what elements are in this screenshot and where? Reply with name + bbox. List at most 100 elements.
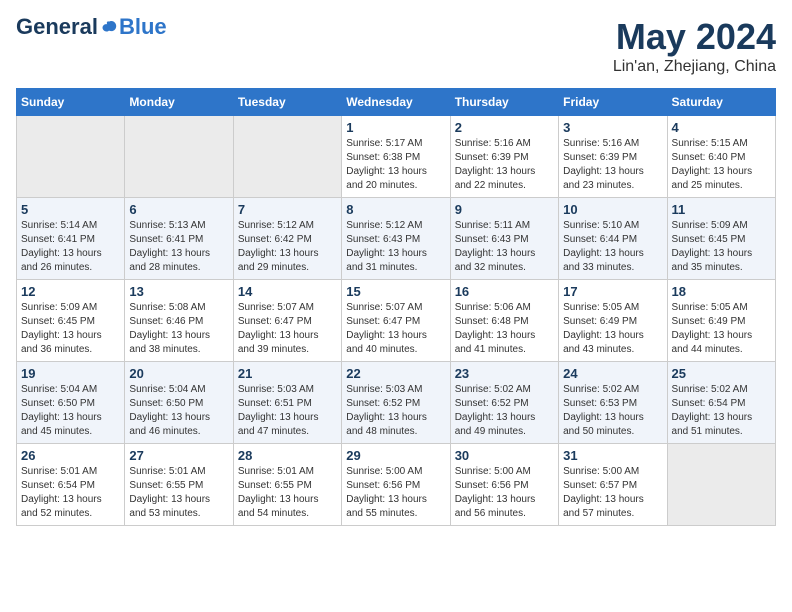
day-number: 18 [672, 284, 771, 299]
day-number: 12 [21, 284, 120, 299]
day-number: 24 [563, 366, 662, 381]
day-cell: 6 Sunrise: 5:13 AMSunset: 6:41 PMDaylight… [125, 198, 233, 280]
day-cell: 12 Sunrise: 5:09 AMSunset: 6:45 PMDayligh… [17, 280, 125, 362]
day-cell: 1Sunrise: 5:17 AMSunset: 6:38 PMDaylight… [342, 116, 450, 198]
day-info: Sunrise: 5:14 AMSunset: 6:41 PMDaylight:… [21, 219, 120, 275]
day-cell: 5 Sunrise: 5:14 AMSunset: 6:41 PMDaylight… [17, 198, 125, 280]
day-info: Sunrise: 5:09 AMSunset: 6:45 PMDaylight:… [21, 301, 120, 357]
day-info: Sunrise: 5:12 AMSunset: 6:42 PMDaylight:… [238, 219, 337, 275]
day-cell [125, 116, 233, 198]
day-info: Sunrise: 5:02 AMSunset: 6:52 PMDaylight:… [455, 383, 554, 439]
day-number: 8 [346, 202, 445, 217]
week-row-3: 12 Sunrise: 5:09 AMSunset: 6:45 PMDayligh… [17, 280, 776, 362]
week-row-4: 19 Sunrise: 5:04 AMSunset: 6:50 PMDayligh… [17, 362, 776, 444]
day-number: 27 [129, 448, 228, 463]
day-number: 23 [455, 366, 554, 381]
day-cell: 16 Sunrise: 5:06 AMSunset: 6:48 PMDayligh… [450, 280, 558, 362]
day-number: 2 [455, 120, 554, 135]
day-number: 5 [21, 202, 120, 217]
day-cell: 14 Sunrise: 5:07 AMSunset: 6:47 PMDayligh… [233, 280, 341, 362]
header-monday: Monday [125, 89, 233, 116]
day-number: 4 [672, 120, 771, 135]
day-number: 17 [563, 284, 662, 299]
day-number: 16 [455, 284, 554, 299]
day-number: 20 [129, 366, 228, 381]
header-wednesday: Wednesday [342, 89, 450, 116]
day-cell: 27 Sunrise: 5:01 AMSunset: 6:55 PMDayligh… [125, 444, 233, 526]
day-cell: 19 Sunrise: 5:04 AMSunset: 6:50 PMDayligh… [17, 362, 125, 444]
day-info: Sunrise: 5:16 AMSunset: 6:39 PMDaylight:… [563, 137, 662, 193]
day-number: 26 [21, 448, 120, 463]
day-number: 15 [346, 284, 445, 299]
day-info: Sunrise: 5:03 AMSunset: 6:52 PMDaylight:… [346, 383, 445, 439]
day-info: Sunrise: 5:07 AMSunset: 6:47 PMDaylight:… [238, 301, 337, 357]
day-cell: 24Sunrise: 5:02 AMSunset: 6:53 PMDayligh… [559, 362, 667, 444]
day-cell: 20Sunrise: 5:04 AMSunset: 6:50 PMDayligh… [125, 362, 233, 444]
calendar-header-row: SundayMondayTuesdayWednesdayThursdayFrid… [17, 89, 776, 116]
day-number: 19 [21, 366, 120, 381]
logo-bird-icon [100, 18, 118, 36]
logo-general: General [16, 16, 98, 38]
day-number: 9 [455, 202, 554, 217]
day-cell: 21 Sunrise: 5:03 AMSunset: 6:51 PMDayligh… [233, 362, 341, 444]
day-number: 22 [346, 366, 445, 381]
day-info: Sunrise: 5:04 AMSunset: 6:50 PMDaylight:… [21, 383, 120, 439]
day-cell: 30 Sunrise: 5:00 AMSunset: 6:56 PMDayligh… [450, 444, 558, 526]
day-number: 14 [238, 284, 337, 299]
week-row-1: 1Sunrise: 5:17 AMSunset: 6:38 PMDaylight… [17, 116, 776, 198]
day-number: 11 [672, 202, 771, 217]
week-row-2: 5 Sunrise: 5:14 AMSunset: 6:41 PMDaylight… [17, 198, 776, 280]
day-info: Sunrise: 5:05 AMSunset: 6:49 PMDaylight:… [563, 301, 662, 357]
day-cell: 18 Sunrise: 5:05 AMSunset: 6:49 PMDayligh… [667, 280, 775, 362]
logo: General Blue [16, 16, 167, 38]
title-area: May 2024 Lin'an, Zhejiang, China [613, 16, 776, 76]
day-cell: 29Sunrise: 5:00 AMSunset: 6:56 PMDayligh… [342, 444, 450, 526]
day-info: Sunrise: 5:08 AMSunset: 6:46 PMDaylight:… [129, 301, 228, 357]
day-info: Sunrise: 5:15 AMSunset: 6:40 PMDaylight:… [672, 137, 771, 193]
day-number: 29 [346, 448, 445, 463]
day-number: 1 [346, 120, 445, 135]
header-saturday: Saturday [667, 89, 775, 116]
day-info: Sunrise: 5:13 AMSunset: 6:41 PMDaylight:… [129, 219, 228, 275]
header-tuesday: Tuesday [233, 89, 341, 116]
day-info: Sunrise: 5:07 AMSunset: 6:47 PMDaylight:… [346, 301, 445, 357]
day-info: Sunrise: 5:00 AMSunset: 6:56 PMDaylight:… [455, 465, 554, 521]
day-number: 25 [672, 366, 771, 381]
day-number: 21 [238, 366, 337, 381]
day-cell [233, 116, 341, 198]
day-info: Sunrise: 5:01 AMSunset: 6:54 PMDaylight:… [21, 465, 120, 521]
header: General Blue May 2024 Lin'an, Zhejiang, … [16, 16, 776, 76]
day-info: Sunrise: 5:02 AMSunset: 6:54 PMDaylight:… [672, 383, 771, 439]
day-info: Sunrise: 5:12 AMSunset: 6:43 PMDaylight:… [346, 219, 445, 275]
day-number: 6 [129, 202, 228, 217]
day-number: 10 [563, 202, 662, 217]
day-cell: 4 Sunrise: 5:15 AMSunset: 6:40 PMDaylight… [667, 116, 775, 198]
day-number: 13 [129, 284, 228, 299]
day-number: 30 [455, 448, 554, 463]
day-number: 3 [563, 120, 662, 135]
day-info: Sunrise: 5:05 AMSunset: 6:49 PMDaylight:… [672, 301, 771, 357]
day-cell: 8 Sunrise: 5:12 AMSunset: 6:43 PMDaylight… [342, 198, 450, 280]
day-cell: 31Sunrise: 5:00 AMSunset: 6:57 PMDayligh… [559, 444, 667, 526]
header-friday: Friday [559, 89, 667, 116]
day-info: Sunrise: 5:16 AMSunset: 6:39 PMDaylight:… [455, 137, 554, 193]
day-cell: 2 Sunrise: 5:16 AMSunset: 6:39 PMDaylight… [450, 116, 558, 198]
day-number: 28 [238, 448, 337, 463]
day-info: Sunrise: 5:06 AMSunset: 6:48 PMDaylight:… [455, 301, 554, 357]
day-info: Sunrise: 5:11 AMSunset: 6:43 PMDaylight:… [455, 219, 554, 275]
day-cell: 17 Sunrise: 5:05 AMSunset: 6:49 PMDayligh… [559, 280, 667, 362]
day-info: Sunrise: 5:10 AMSunset: 6:44 PMDaylight:… [563, 219, 662, 275]
header-sunday: Sunday [17, 89, 125, 116]
day-info: Sunrise: 5:09 AMSunset: 6:45 PMDaylight:… [672, 219, 771, 275]
day-cell: 25 Sunrise: 5:02 AMSunset: 6:54 PMDayligh… [667, 362, 775, 444]
header-thursday: Thursday [450, 89, 558, 116]
main-title: May 2024 [613, 16, 776, 58]
calendar: SundayMondayTuesdayWednesdayThursdayFrid… [16, 88, 776, 526]
day-cell: 7Sunrise: 5:12 AMSunset: 6:42 PMDaylight… [233, 198, 341, 280]
day-cell: 28Sunrise: 5:01 AMSunset: 6:55 PMDayligh… [233, 444, 341, 526]
day-cell: 13 Sunrise: 5:08 AMSunset: 6:46 PMDayligh… [125, 280, 233, 362]
day-info: Sunrise: 5:01 AMSunset: 6:55 PMDaylight:… [129, 465, 228, 521]
day-cell [667, 444, 775, 526]
day-cell: 3 Sunrise: 5:16 AMSunset: 6:39 PMDaylight… [559, 116, 667, 198]
day-info: Sunrise: 5:03 AMSunset: 6:51 PMDaylight:… [238, 383, 337, 439]
